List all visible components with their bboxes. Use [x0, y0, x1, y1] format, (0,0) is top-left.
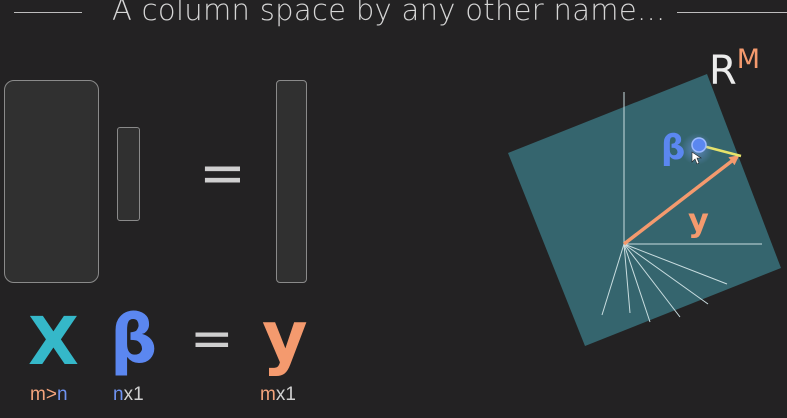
space-label-superscript: M — [737, 44, 760, 75]
space-label-r: R — [709, 48, 737, 94]
y-vector-label: y — [688, 201, 709, 239]
column-space-diagram: β y RM — [508, 44, 781, 346]
beta-point[interactable] — [691, 137, 707, 153]
beta-label: β — [661, 128, 685, 168]
space-label: RM — [709, 44, 760, 94]
